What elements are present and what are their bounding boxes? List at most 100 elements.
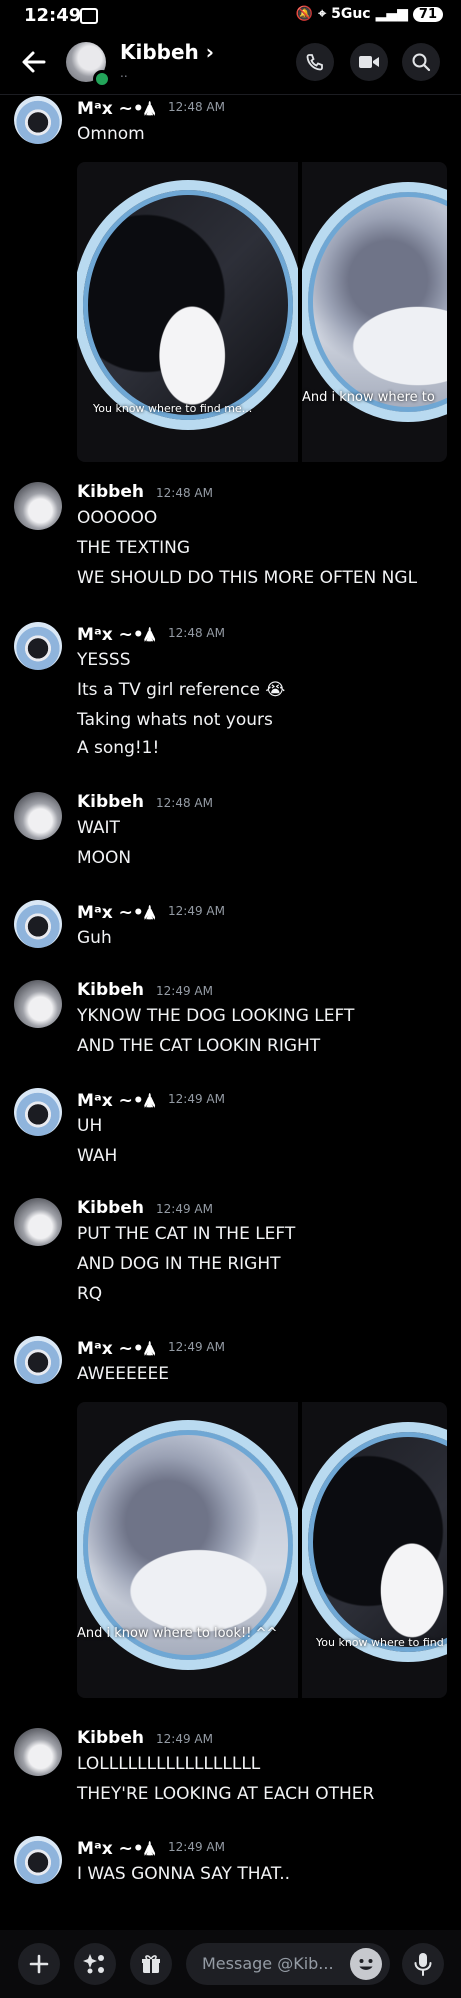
circle-frame: [77, 180, 298, 430]
message-author[interactable]: Mᵃx ~•🛦: [77, 1336, 156, 1365]
location-icon: ⌖: [318, 6, 327, 22]
message-text: WAIT: [77, 818, 120, 838]
message-text: THEY'RE LOOKING AT EACH OTHER: [77, 1784, 375, 1804]
avatar[interactable]: [14, 96, 62, 144]
message-author[interactable]: Mᵃx ~•🛦: [77, 622, 156, 651]
image-caption: And i know where to look!! ^^: [77, 1626, 278, 1641]
image-attachment[interactable]: And i know where to: [302, 162, 447, 462]
message-author[interactable]: Kibbeh: [77, 1728, 144, 1748]
message-text: YKNOW THE DOG LOOKING LEFT: [77, 1006, 355, 1026]
avatar[interactable]: [14, 482, 62, 530]
message-text: AND DOG IN THE RIGHT: [77, 1254, 281, 1274]
message-author[interactable]: Kibbeh: [77, 1198, 144, 1218]
message-text: RQ: [77, 1284, 103, 1304]
network-label: 5Guc: [331, 6, 371, 22]
microphone-icon: [414, 1953, 432, 1976]
avatar[interactable]: [14, 1198, 62, 1246]
message-text: Guh: [77, 928, 112, 948]
avatar[interactable]: [14, 1836, 62, 1884]
image-attachment[interactable]: You know where to find me...: [77, 162, 298, 462]
message-author[interactable]: Mᵃx ~•🛦: [77, 96, 156, 125]
back-button[interactable]: [16, 44, 52, 80]
message-text: OOOOOO: [77, 508, 158, 528]
message-text: A song!1!: [77, 738, 160, 758]
emoji-icon: [359, 1959, 373, 1970]
dm-user-name[interactable]: Kibbeh ›: [120, 40, 214, 64]
message-text: AND THE CAT LOOKIN RIGHT: [77, 1036, 321, 1056]
screenshot-icon: [80, 8, 98, 24]
message-timestamp: 12:49 AM: [168, 1340, 225, 1354]
message-author[interactable]: Kibbeh: [77, 482, 144, 502]
message-author[interactable]: Mᵃx ~•🛦: [77, 1836, 156, 1865]
chat-header: Kibbeh › ..: [0, 32, 461, 95]
image-caption: You know where to find me...: [93, 402, 253, 415]
message-text: Taking whats not yours: [77, 710, 273, 730]
message-timestamp: 12:49 AM: [156, 984, 213, 998]
image-caption: You know where to find m: [316, 1636, 447, 1649]
image-attachment-group: And i know where to look!! ^^ You know w…: [77, 1402, 447, 1698]
message-author[interactable]: Kibbeh: [77, 792, 144, 812]
avatar[interactable]: [14, 1088, 62, 1136]
message-text: Its a TV girl reference 😭: [77, 680, 286, 700]
plus-icon: [29, 1954, 49, 1974]
gift-button[interactable]: [130, 1943, 172, 1985]
message-text: Omnom: [77, 124, 145, 144]
message-timestamp: 12:49 AM: [156, 1732, 213, 1746]
add-attachment-button[interactable]: [18, 1943, 60, 1985]
message-list[interactable]: Mᵃx ~•🛦 12:48 AM Omnom You know where to…: [0, 94, 461, 1930]
message-author[interactable]: Mᵃx ~•🛦: [77, 900, 156, 929]
dm-user-status: ..: [120, 66, 128, 80]
battery-indicator: 71: [412, 6, 443, 22]
video-camera-icon: [359, 56, 379, 68]
chevron-right-icon: ›: [205, 40, 215, 64]
gift-icon: [142, 1955, 160, 1973]
signal-icon: ▂▄▆: [375, 6, 408, 22]
message-text: WE SHOULD DO THIS MORE OFTEN NGL: [77, 568, 418, 588]
message-text: UH: [77, 1116, 103, 1136]
avatar[interactable]: [14, 622, 62, 670]
message-text: AWEEEEEE: [77, 1364, 169, 1384]
status-time: 12:49: [24, 5, 82, 26]
avatar[interactable]: [14, 1336, 62, 1384]
message-text: YESSS: [77, 650, 131, 670]
message-timestamp: 12:48 AM: [168, 100, 225, 114]
message-text: MOON: [77, 848, 132, 868]
message-timestamp: 12:48 AM: [156, 486, 213, 500]
message-author[interactable]: Mᵃx ~•🛦: [77, 1088, 156, 1117]
dm-user-name-text: Kibbeh: [120, 40, 199, 64]
message-timestamp: 12:48 AM: [168, 626, 225, 640]
image-attachment[interactable]: You know where to find m: [302, 1402, 447, 1698]
voice-call-button[interactable]: [296, 43, 334, 81]
image-attachment[interactable]: And i know where to look!! ^^: [77, 1402, 298, 1698]
search-button[interactable]: [402, 43, 440, 81]
message-timestamp: 12:49 AM: [156, 1202, 213, 1216]
status-icons: 🔕 ⌖ 5Guc ▂▄▆ 71: [296, 6, 443, 22]
message-author[interactable]: Kibbeh: [77, 980, 144, 1000]
emoji-button[interactable]: [350, 1948, 382, 1980]
message-text: THE TEXTING: [77, 538, 191, 558]
image-caption: And i know where to: [302, 390, 435, 405]
avatar[interactable]: [14, 900, 62, 948]
message-timestamp: 12:49 AM: [168, 1840, 225, 1854]
arrow-left-icon: [22, 51, 46, 73]
avatar[interactable]: [14, 792, 62, 840]
message-text: LOLLLLLLLLLLLLLLLLL: [77, 1754, 261, 1774]
apps-button[interactable]: [74, 1943, 116, 1985]
message-timestamp: 12:49 AM: [168, 1092, 225, 1106]
message-text: WAH: [77, 1146, 118, 1166]
message-text: PUT THE CAT IN THE LEFT: [77, 1224, 296, 1244]
composer-bar: Message @Kib...: [0, 1930, 461, 1998]
message-timestamp: 12:49 AM: [168, 904, 225, 918]
message-timestamp: 12:48 AM: [156, 796, 213, 810]
voice-message-button[interactable]: [402, 1943, 444, 1985]
mute-icon: 🔕: [295, 6, 314, 22]
phone-icon: [306, 54, 323, 71]
avatar[interactable]: [14, 980, 62, 1028]
avatar[interactable]: [14, 1728, 62, 1776]
video-call-button[interactable]: [350, 43, 388, 81]
image-attachment-group: You know where to find me... And i know …: [77, 162, 447, 462]
status-bar: 12:49 🔕 ⌖ 5Guc ▂▄▆ 71: [0, 0, 461, 32]
search-icon: [412, 53, 431, 72]
apps-icon: [83, 1954, 104, 1974]
circle-frame: [302, 1422, 447, 1662]
